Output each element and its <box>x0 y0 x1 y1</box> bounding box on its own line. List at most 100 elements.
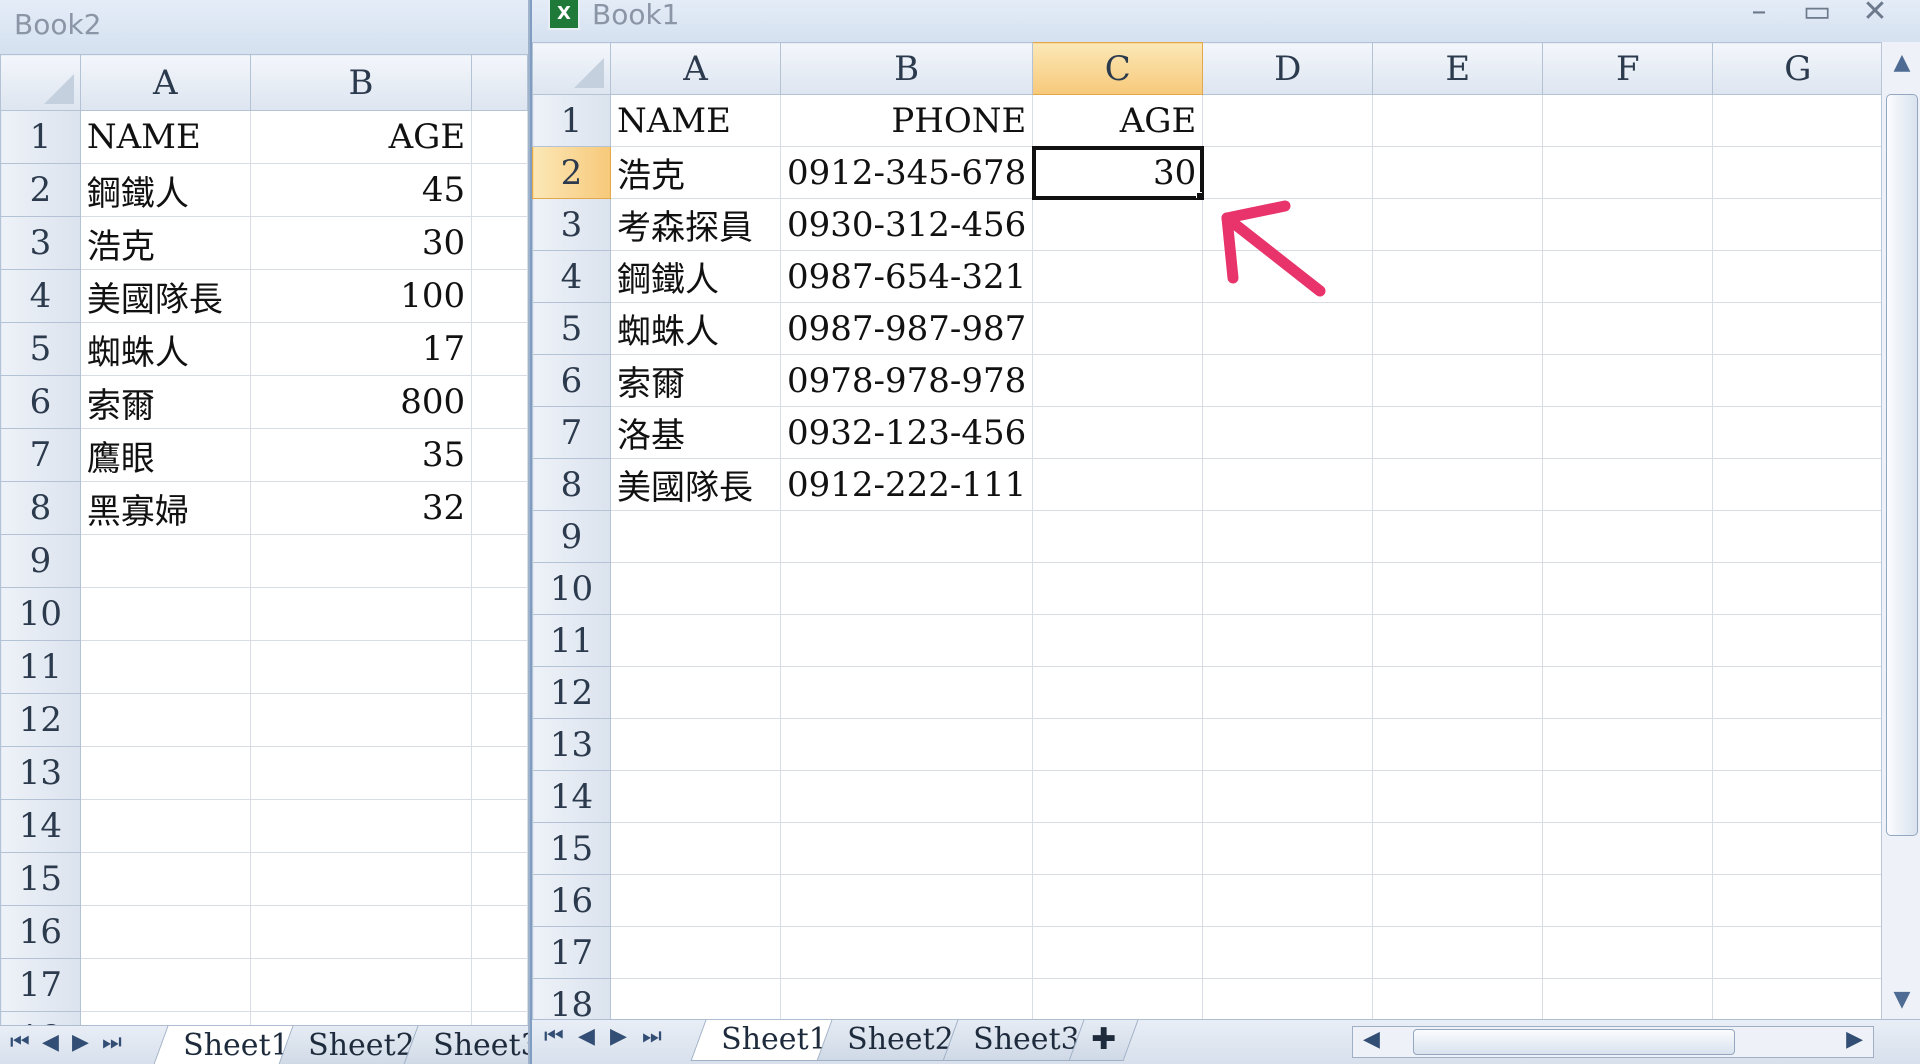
cell-a[interactable]: 蜘蛛人 <box>79 322 251 376</box>
vertical-scrollbar[interactable]: ▲ ▼ <box>1881 42 1920 1020</box>
cell-d[interactable] <box>1202 302 1374 355</box>
cell-a[interactable] <box>610 666 781 719</box>
cell-g[interactable] <box>1712 406 1884 459</box>
cell-f[interactable] <box>1542 926 1714 979</box>
scroll-down-icon[interactable]: ▼ <box>1882 987 1920 1012</box>
cell-b[interactable]: 35 <box>249 428 473 482</box>
cell-b[interactable] <box>249 534 473 588</box>
cell-f[interactable] <box>1542 562 1714 615</box>
cell-b[interactable]: 32 <box>249 481 473 535</box>
cell-e[interactable] <box>1372 354 1544 407</box>
row-header[interactable]: 16 <box>0 905 81 959</box>
column-header-b[interactable]: B <box>249 54 473 111</box>
cell-g[interactable] <box>1712 198 1884 251</box>
column-header-c[interactable]: C <box>1032 42 1204 95</box>
cell-e[interactable] <box>1372 510 1544 563</box>
cell-c[interactable] <box>471 375 528 429</box>
cell-e[interactable] <box>1372 822 1544 875</box>
cell-a[interactable] <box>79 905 251 959</box>
cell-b[interactable] <box>249 852 473 906</box>
cell-a[interactable] <box>79 746 251 800</box>
active-cell-c2[interactable]: 30 <box>1031 145 1204 200</box>
cell-d[interactable] <box>1202 874 1374 927</box>
cell-a[interactable]: 索爾 <box>610 354 781 407</box>
row-header[interactable]: 7 <box>0 428 81 482</box>
cell-c[interactable] <box>471 216 528 270</box>
cell-c[interactable] <box>471 110 528 164</box>
cell-a[interactable]: 鷹眼 <box>79 428 251 482</box>
cell-a[interactable]: 浩克 <box>610 146 781 199</box>
cell-d[interactable] <box>1202 354 1374 407</box>
cell-g[interactable] <box>1712 250 1884 303</box>
cell-a[interactable] <box>610 718 781 771</box>
last-sheet-icon[interactable]: ⏭ <box>102 1030 122 1055</box>
cell-c[interactable] <box>1032 926 1204 979</box>
cell-f[interactable] <box>1542 718 1714 771</box>
cell-b[interactable] <box>779 510 1034 563</box>
cell-a[interactable] <box>79 693 251 747</box>
cell-a[interactable] <box>79 852 251 906</box>
cell-g[interactable] <box>1712 718 1884 771</box>
row-header[interactable]: 9 <box>532 510 611 563</box>
cell-b[interactable]: 0978-978-978 <box>779 354 1034 407</box>
row-header[interactable]: 2 <box>0 163 81 217</box>
row-header[interactable]: 11 <box>0 640 81 694</box>
cell-e[interactable] <box>1372 718 1544 771</box>
cell-f[interactable] <box>1542 94 1714 147</box>
vertical-scroll-thumb[interactable] <box>1886 94 1918 836</box>
row-header[interactable]: 8 <box>532 458 611 511</box>
cell-g[interactable] <box>1712 614 1884 667</box>
cell-e[interactable] <box>1372 770 1544 823</box>
row-header[interactable]: 6 <box>0 375 81 429</box>
cell-f[interactable] <box>1542 250 1714 303</box>
cell-a[interactable]: 美國隊長 <box>79 269 251 323</box>
cell-b[interactable] <box>779 770 1034 823</box>
cell-b[interactable]: 0912-222-111 <box>779 458 1034 511</box>
cell-g[interactable] <box>1712 666 1884 719</box>
cell-a[interactable]: 索爾 <box>79 375 251 429</box>
next-sheet-icon[interactable]: ▶ <box>72 1030 89 1055</box>
book1-titlebar[interactable]: X Book1 – ▭ ✕ <box>532 0 1920 42</box>
cell-f[interactable] <box>1542 302 1714 355</box>
cell-e[interactable] <box>1372 874 1544 927</box>
cell-b[interactable]: PHONE <box>779 94 1034 147</box>
cell-e[interactable] <box>1372 302 1544 355</box>
cell-e[interactable] <box>1372 926 1544 979</box>
cell-a[interactable] <box>79 534 251 588</box>
cell-f[interactable] <box>1542 146 1714 199</box>
cell-c[interactable] <box>471 852 528 906</box>
first-sheet-icon[interactable]: ⏮ <box>10 1030 30 1055</box>
row-header[interactable]: 13 <box>532 718 611 771</box>
scroll-left-icon[interactable]: ◀ <box>1363 1027 1380 1052</box>
scroll-right-icon[interactable]: ▶ <box>1846 1027 1863 1052</box>
cell-d[interactable] <box>1202 614 1374 667</box>
row-header[interactable]: 4 <box>532 250 611 303</box>
cell-a[interactable]: 鋼鐵人 <box>610 250 781 303</box>
cell-a[interactable]: NAME <box>610 94 781 147</box>
cell-a[interactable]: NAME <box>79 110 251 164</box>
cell-g[interactable] <box>1712 822 1884 875</box>
cell-b[interactable]: 45 <box>249 163 473 217</box>
minimize-button[interactable]: – <box>1730 0 1788 29</box>
cell-b[interactable] <box>249 905 473 959</box>
cell-b[interactable]: 800 <box>249 375 473 429</box>
cell-a[interactable]: 鋼鐵人 <box>79 163 251 217</box>
cell-f[interactable] <box>1542 198 1714 251</box>
last-sheet-icon[interactable]: ⏭ <box>642 1024 662 1049</box>
row-header[interactable]: 3 <box>0 216 81 270</box>
row-header[interactable]: 15 <box>0 852 81 906</box>
row-header[interactable]: 2 <box>532 146 611 199</box>
cell-d[interactable] <box>1202 458 1374 511</box>
cell-f[interactable] <box>1542 458 1714 511</box>
scroll-up-icon[interactable]: ▲ <box>1882 50 1920 75</box>
cell-c[interactable] <box>1032 562 1204 615</box>
cell-b[interactable]: 0987-987-987 <box>779 302 1034 355</box>
cell-d[interactable] <box>1202 510 1374 563</box>
cell-b[interactable] <box>779 874 1034 927</box>
row-header[interactable]: 5 <box>0 322 81 376</box>
cell-c[interactable] <box>1032 666 1204 719</box>
cell-f[interactable] <box>1542 822 1714 875</box>
cell-c[interactable] <box>471 587 528 641</box>
cell-a[interactable]: 美國隊長 <box>610 458 781 511</box>
cell-b[interactable] <box>249 640 473 694</box>
